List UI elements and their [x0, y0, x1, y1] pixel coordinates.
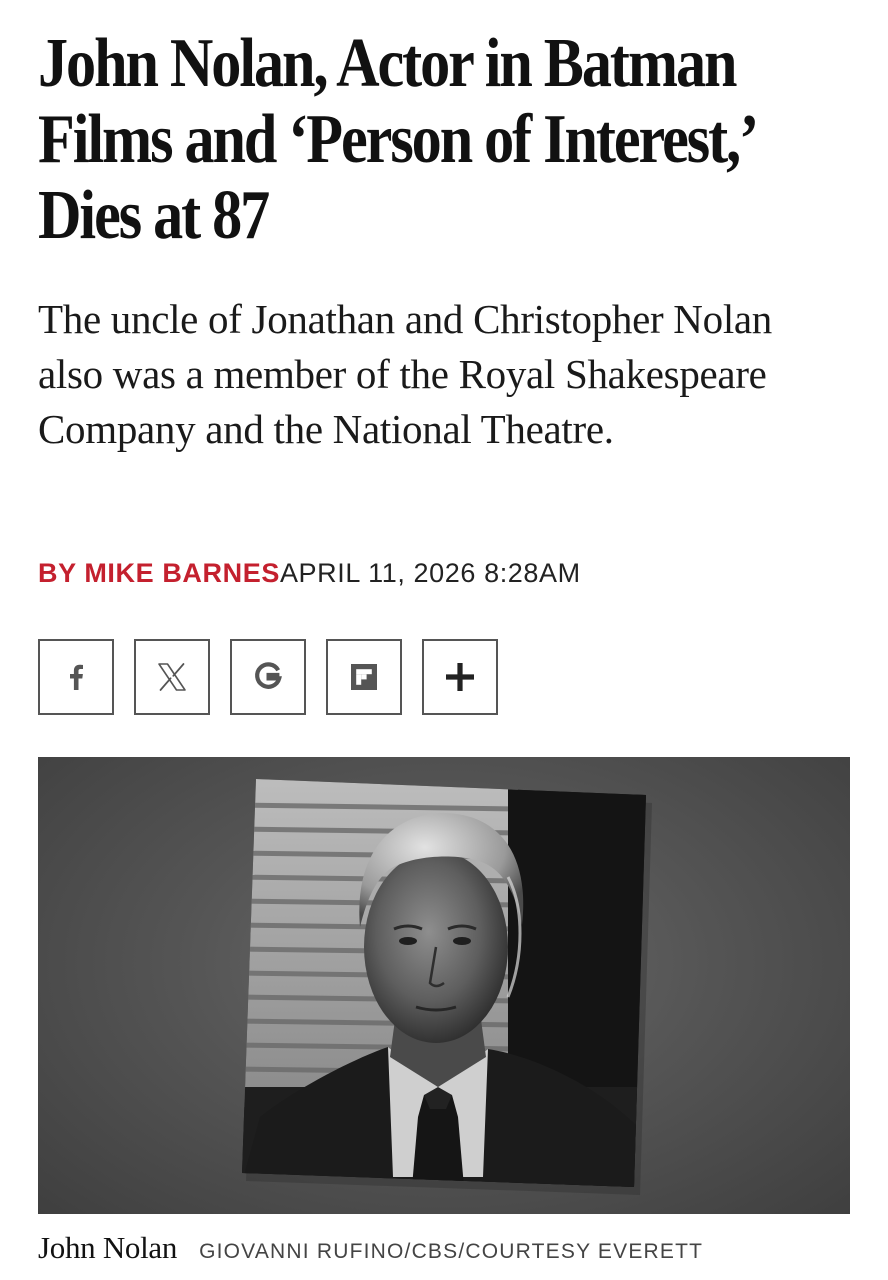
- photo-caption-row: John Nolan GIOVANNI RUFINO/CBS/COURTESY …: [38, 1230, 703, 1266]
- article-photo: [38, 757, 850, 1214]
- x-icon: [158, 663, 186, 691]
- byline-prefix: BY: [38, 557, 85, 588]
- share-toolbar: [38, 639, 498, 715]
- google-icon: [255, 662, 282, 689]
- share-more-button[interactable]: [422, 639, 498, 715]
- article-dek: The uncle of Jonathan and Christopher No…: [38, 296, 773, 452]
- share-facebook-button[interactable]: [38, 639, 114, 715]
- byline-row: BY MIKE BARNES APRIL 11, 2026 8:28AM: [38, 553, 581, 593]
- flipboard-icon: [351, 664, 377, 690]
- share-google-button[interactable]: [230, 639, 306, 715]
- photo-credit: GIOVANNI RUFINO/CBS/COURTESY EVERETT: [199, 1240, 704, 1263]
- plus-icon: [446, 663, 474, 691]
- byline: BY MIKE BARNES: [38, 558, 280, 589]
- share-x-button[interactable]: [134, 639, 210, 715]
- article-headline: John Nolan, Actor in Batman Films and ‘P…: [38, 25, 755, 254]
- author-link[interactable]: MIKE BARNES: [84, 558, 280, 588]
- share-flipboard-button[interactable]: [326, 639, 402, 715]
- publish-date: APRIL 11, 2026 8:28AM: [279, 557, 581, 588]
- portrait-photo-illustration: [242, 779, 652, 1195]
- photo-caption: John Nolan: [38, 1230, 178, 1265]
- facebook-icon: [70, 664, 83, 690]
